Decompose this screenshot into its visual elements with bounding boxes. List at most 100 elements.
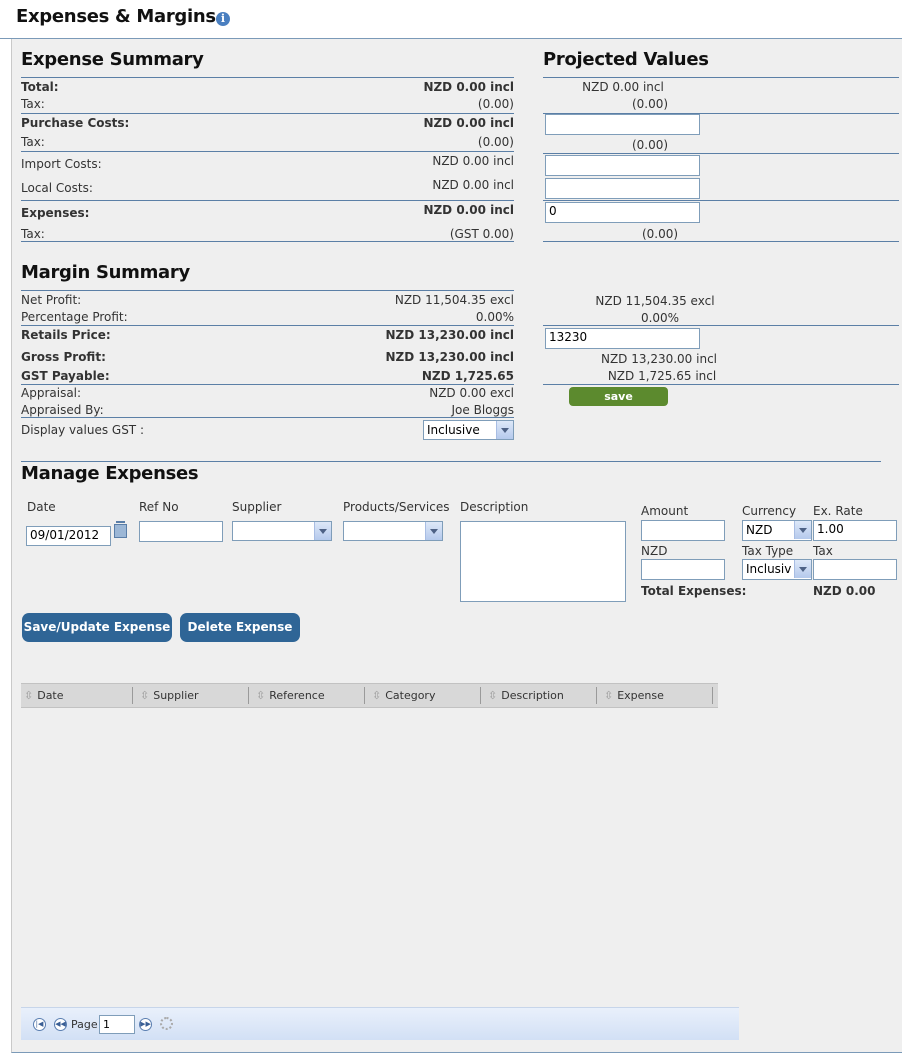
display-gst-select[interactable]: Inclusive (423, 420, 514, 440)
column-header-description[interactable]: ⇳ Description (488, 684, 564, 707)
grid-pager: |◀ ◀◀ Page 1 ▶▶ (21, 1007, 739, 1040)
currency-value: NZD (746, 523, 773, 537)
projected-local-input[interactable] (545, 178, 700, 199)
products-services-select[interactable] (343, 521, 443, 541)
sort-icon: ⇳ (372, 689, 382, 702)
date-label: Date (27, 500, 56, 514)
supplier-label: Supplier (232, 500, 282, 514)
local-costs-label: Local Costs: (21, 181, 93, 195)
expense-summary-heading: Expense Summary (21, 49, 204, 70)
projected-purchase-input[interactable] (545, 114, 700, 135)
retail-price-value: NZD 13,230.00 incl (385, 328, 514, 342)
display-gst-label: Display values GST : (21, 423, 144, 437)
divider (21, 417, 514, 418)
currency-select[interactable]: NZD (742, 520, 812, 541)
calendar-icon[interactable] (114, 521, 127, 538)
tax-type-label: Tax Type (742, 544, 794, 558)
divider (21, 151, 514, 152)
expenses-value: NZD 0.00 incl (423, 203, 514, 217)
margin-summary-heading: Margin Summary (21, 262, 190, 283)
summary-total-value: NZD 0.00 incl (423, 80, 514, 94)
column-header-supplier[interactable]: ⇳ Supplier (140, 684, 199, 707)
projected-gross-profit: NZD 13,230.00 incl (600, 352, 717, 366)
gross-profit-value: NZD 13,230.00 incl (385, 350, 514, 364)
amount-input[interactable] (641, 520, 725, 541)
description-textarea[interactable] (460, 521, 626, 602)
projected-total: NZD 0.00 incl (582, 80, 664, 94)
expenses-tax-value: (GST 0.00) (449, 227, 514, 241)
projected-percentage-profit: 0.00% (640, 311, 680, 325)
page-title: Expenses & Margins (16, 6, 216, 27)
percentage-profit-label: Percentage Profit: (21, 310, 128, 324)
ref-no-input[interactable] (139, 521, 223, 542)
column-header-date[interactable]: ⇳ Date (24, 684, 64, 707)
first-page-icon[interactable]: |◀ (33, 1018, 46, 1031)
date-input[interactable]: 09/01/2012 (26, 526, 111, 546)
divider (543, 241, 899, 242)
total-expenses-label: Total Expenses: (641, 584, 747, 598)
sort-icon: ⇳ (604, 689, 614, 702)
net-profit-value: NZD 11,504.35 excl (394, 293, 514, 307)
appraised-by-label: Appraised By: (21, 403, 104, 417)
tax-input[interactable] (813, 559, 897, 580)
ex-rate-input[interactable]: 1.00 (813, 520, 897, 541)
column-separator[interactable] (364, 687, 365, 704)
column-header-category[interactable]: ⇳ Category (372, 684, 435, 707)
description-label: Description (460, 500, 529, 514)
projected-retail-price-input[interactable]: 13230 (545, 328, 700, 349)
column-separator[interactable] (132, 687, 133, 704)
amount-label: Amount (641, 504, 689, 518)
projected-import-input[interactable] (545, 155, 700, 176)
projected-net-profit: NZD 11,504.35 excl (595, 294, 715, 308)
projected-expenses-input[interactable]: 0 (545, 202, 700, 223)
column-header-reference[interactable]: ⇳ Reference (256, 684, 325, 707)
save-update-expense-button[interactable]: Save/Update Expense (22, 613, 172, 642)
purchase-costs-value: NZD 0.00 incl (423, 116, 514, 130)
projected-gst-payable: NZD 1,725.65 incl (607, 369, 717, 383)
delete-expense-button[interactable]: Delete Expense (180, 613, 300, 642)
nzd-input[interactable] (641, 559, 725, 580)
chevron-down-icon (794, 521, 811, 539)
column-separator[interactable] (480, 687, 481, 704)
chevron-down-icon (794, 560, 811, 578)
column-separator[interactable] (712, 687, 713, 704)
net-profit-label: Net Profit: (21, 293, 82, 307)
save-button[interactable]: save (569, 387, 668, 406)
divider (543, 200, 899, 201)
divider (21, 113, 514, 114)
divider (21, 461, 881, 462)
projected-purchase-tax: (0.00) (631, 138, 669, 152)
expenses-tax-label: Tax: (21, 227, 45, 241)
divider (21, 77, 514, 78)
display-gst-value: Inclusive (427, 423, 480, 437)
divider (21, 241, 514, 242)
column-separator[interactable] (596, 687, 597, 704)
sort-icon: ⇳ (488, 689, 498, 702)
tax-type-select[interactable]: Inclusiv (742, 559, 812, 580)
manage-expenses-heading: Manage Expenses (21, 463, 199, 484)
column-separator[interactable] (248, 687, 249, 704)
gross-profit-label: Gross Profit: (21, 350, 106, 364)
divider (543, 325, 899, 326)
next-page-icon[interactable]: ▶▶ (139, 1018, 152, 1031)
divider (543, 153, 899, 154)
projected-values-heading: Projected Values (543, 49, 709, 70)
purchase-tax-label: Tax: (21, 135, 45, 149)
page-number-input[interactable]: 1 (99, 1015, 135, 1034)
summary-tax-value: (0.00) (477, 97, 514, 111)
summary-tax-label: Tax: (21, 97, 45, 111)
sort-icon: ⇳ (24, 689, 34, 702)
purchase-costs-label: Purchase Costs: (21, 116, 130, 130)
previous-page-icon[interactable]: ◀◀ (54, 1018, 67, 1031)
column-header-expense[interactable]: ⇳ Expense (604, 684, 664, 707)
page-label: Page (71, 1018, 98, 1031)
appraised-by-value: Joe Bloggs (451, 403, 514, 417)
supplier-select[interactable] (232, 521, 332, 541)
info-icon[interactable]: i (216, 12, 230, 26)
local-costs-value: NZD 0.00 incl (432, 178, 514, 192)
divider (21, 384, 514, 385)
sort-icon: ⇳ (140, 689, 150, 702)
chevron-down-icon (425, 522, 442, 540)
loading-spinner-icon (160, 1017, 173, 1030)
tax-type-value: Inclusiv (746, 562, 792, 576)
